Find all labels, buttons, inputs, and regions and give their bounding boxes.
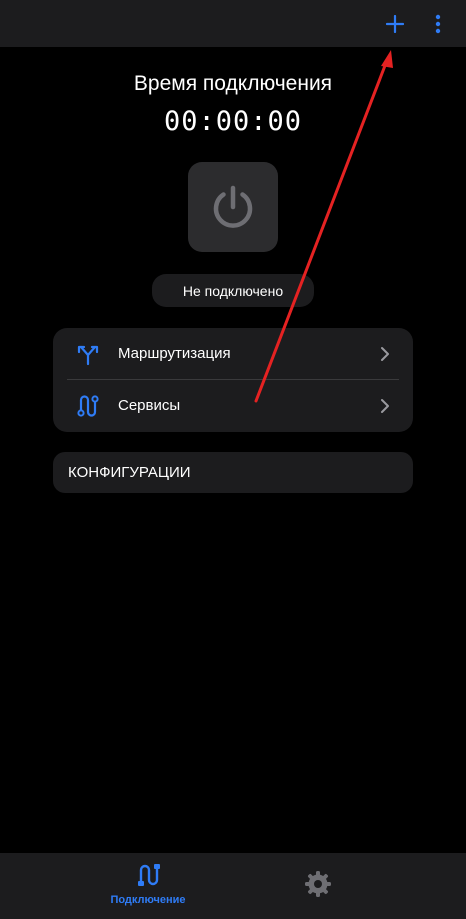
nav-item-settings[interactable] bbox=[288, 853, 348, 919]
menu-card: Маршрутизация Сервисы bbox=[53, 328, 413, 432]
nav-item-connection[interactable]: Подключение bbox=[88, 853, 208, 919]
power-button[interactable] bbox=[188, 162, 278, 252]
routing-split-icon bbox=[75, 341, 101, 367]
configurations-section[interactable]: КОНФИГУРАЦИИ bbox=[53, 452, 413, 493]
add-config-button[interactable] bbox=[381, 10, 409, 38]
connection-timer: 00:00:00 bbox=[163, 106, 303, 137]
chevron-right-icon bbox=[381, 399, 389, 413]
more-vertical-icon bbox=[435, 14, 441, 34]
connection-icon bbox=[134, 861, 162, 889]
connection-time-title: Время подключения bbox=[133, 72, 333, 95]
more-menu-button[interactable] bbox=[426, 10, 450, 38]
connection-status-badge: Не подключено bbox=[152, 274, 314, 307]
nav-item-label: Подключение bbox=[110, 894, 186, 906]
plus-icon bbox=[386, 15, 404, 33]
top-app-bar bbox=[0, 0, 466, 47]
services-icon bbox=[75, 393, 101, 419]
menu-item-label: Маршрутизация bbox=[118, 345, 231, 362]
gear-icon bbox=[304, 870, 332, 898]
menu-item-label: Сервисы bbox=[118, 397, 181, 414]
configurations-label: КОНФИГУРАЦИИ bbox=[68, 464, 191, 481]
bottom-navigation: Подключение bbox=[0, 853, 466, 919]
chevron-right-icon bbox=[381, 347, 389, 361]
menu-item-routing[interactable]: Маршрутизация bbox=[53, 328, 413, 380]
power-icon bbox=[213, 185, 253, 228]
menu-item-services[interactable]: Сервисы bbox=[53, 380, 413, 432]
